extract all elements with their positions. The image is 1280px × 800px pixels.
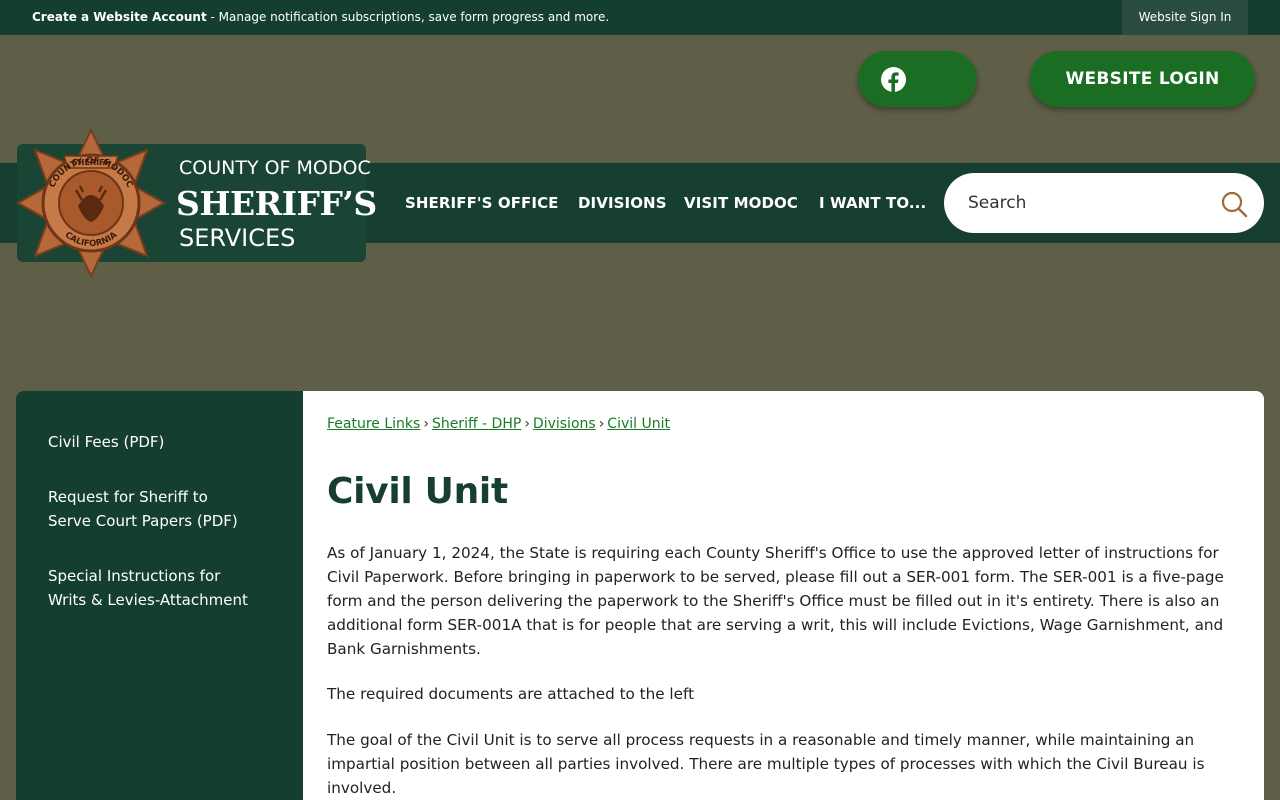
search-input[interactable] — [968, 173, 1218, 233]
sidebar-item-label: Serve Court Papers (PDF) — [48, 512, 238, 530]
top-notification-bar: Create a Website Account - Manage notifi… — [0, 0, 1280, 35]
breadcrumb: Feature Links › Sheriff - DHP › Divisions › Ci… — [327, 416, 670, 432]
account-notice[interactable]: Create a Website Account - Manage notifi… — [32, 10, 609, 24]
intro-paragraph: As of January 1, 2024, the State is requ… — [327, 544, 1224, 658]
documents-note: The required documents are attached to t… — [327, 685, 695, 703]
sidebar-item-civil-fees[interactable]: Civil Fees (PDF) — [48, 430, 278, 454]
breadcrumb-feature-links[interactable]: Feature Links — [327, 416, 420, 432]
breadcrumb-separator: › — [423, 416, 429, 432]
nav-item-divisions[interactable]: DIVISIONS — [578, 194, 667, 212]
website-sign-in-button[interactable]: Website Sign In — [1122, 0, 1248, 35]
sheriff-badge-icon: SHERIFF COUNTY OF MODOC CALIFORNIA — [16, 128, 166, 278]
search-icon[interactable] — [1220, 190, 1248, 218]
website-login-button[interactable]: WEBSITE LOGIN — [1030, 51, 1255, 107]
goal-paragraph: The goal of the Civil Unit is to serve a… — [327, 731, 1205, 797]
sidebar-item-special-instructions[interactable]: Special Instructions for Writs & Levies-… — [48, 564, 278, 612]
facebook-icon — [881, 67, 906, 92]
nav-item-visit-modoc[interactable]: VISIT MODOC — [684, 194, 798, 212]
sidebar: Civil Fees (PDF) Request for Sheriff to … — [16, 391, 303, 800]
breadcrumb-sheriff-dhp[interactable]: Sheriff - DHP — [432, 416, 521, 432]
logo-services-text: SERVICES — [179, 224, 296, 252]
logo-sheriffs-text: SHERIFF’S — [176, 184, 377, 223]
breadcrumb-divisions[interactable]: Divisions — [533, 416, 596, 432]
nav-item-i-want-to[interactable]: I WANT TO... — [819, 194, 926, 212]
sidebar-item-request-serve-papers[interactable]: Request for Sheriff to Serve Court Paper… — [48, 485, 278, 533]
sidebar-item-label: Civil Fees (PDF) — [48, 433, 165, 451]
facebook-button[interactable] — [858, 51, 977, 107]
breadcrumb-civil-unit[interactable]: Civil Unit — [607, 416, 670, 432]
breadcrumb-separator: › — [598, 416, 605, 432]
nav-item-sheriffs-office[interactable]: SHERIFF'S OFFICE — [405, 194, 559, 212]
account-notice-text: - Manage notification subscriptions, sav… — [206, 10, 610, 24]
create-account-link[interactable]: Create a Website Account — [32, 10, 207, 24]
logo-county-text: COUNTY OF MODOC — [179, 157, 371, 179]
search-box — [944, 173, 1264, 233]
main-content: Feature Links › Sheriff - DHP › Divisions › Ci… — [303, 391, 1264, 800]
breadcrumb-separator: › — [524, 416, 530, 432]
sidebar-item-label: Special Instructions for — [48, 567, 221, 585]
sidebar-item-label: Request for Sheriff to — [48, 488, 208, 506]
page-title: Civil Unit — [327, 471, 508, 512]
sidebar-item-label: Writs & Levies-Attachment — [48, 591, 248, 609]
